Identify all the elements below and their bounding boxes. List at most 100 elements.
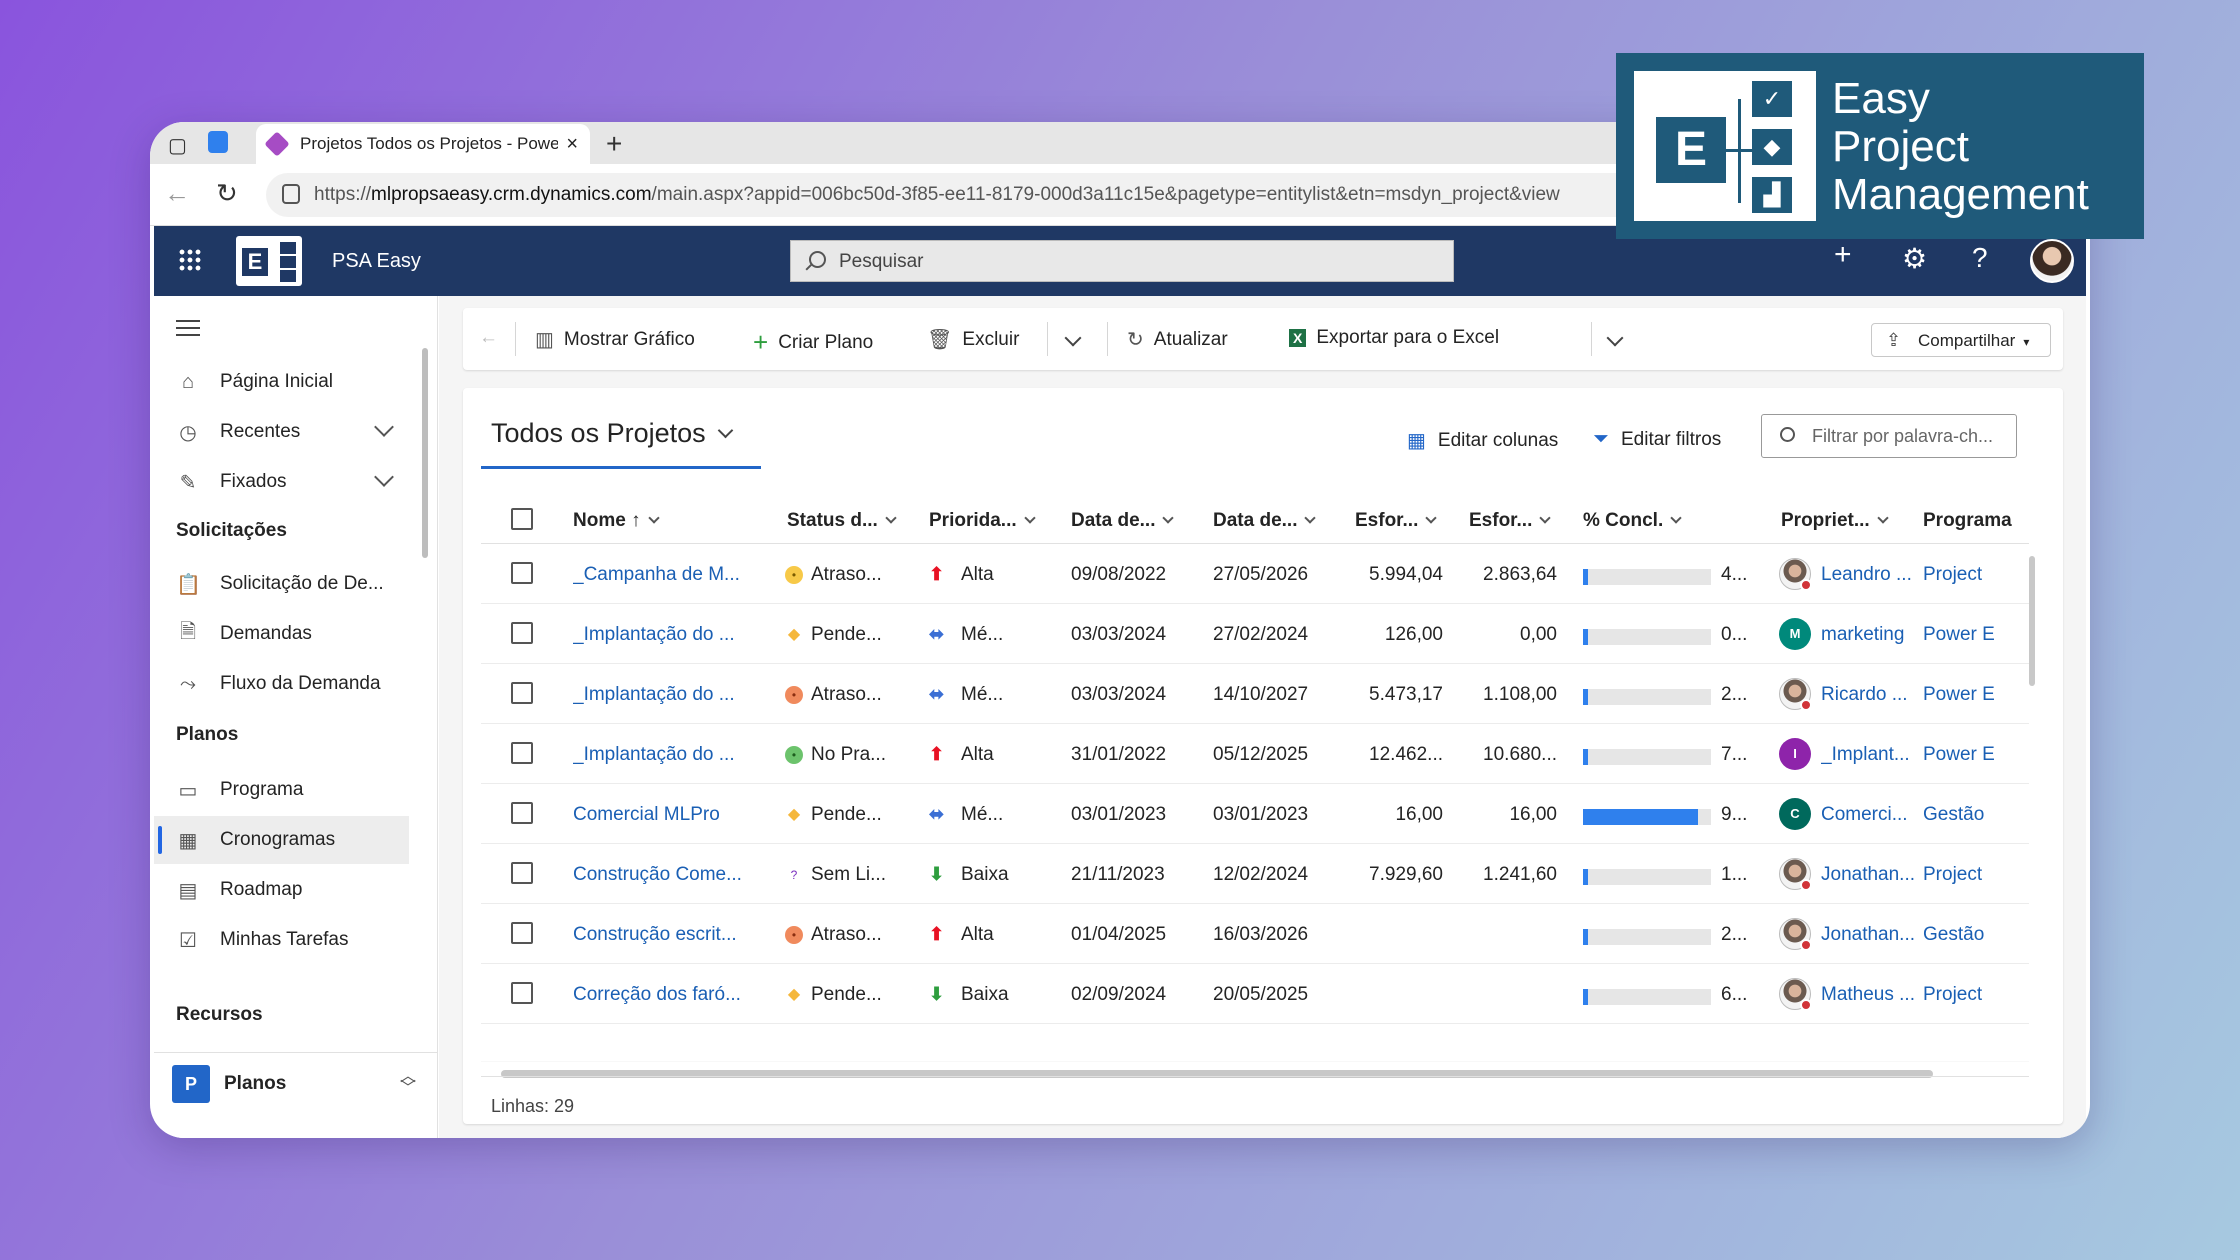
refresh-button[interactable]: ↻ Atualizar: [1127, 327, 1228, 352]
sidebar-toggle-icon[interactable]: ▢: [168, 133, 187, 158]
sidebar-item-request[interactable]: 📋 Solicitação de De...: [154, 560, 409, 608]
project-name-link[interactable]: Comercial MLPro: [573, 804, 773, 826]
project-name-link[interactable]: Construção escrit...: [573, 924, 773, 946]
owner-link[interactable]: Ricardo ...: [1821, 684, 1917, 706]
app-logo[interactable]: E: [236, 236, 302, 286]
chevron-down-icon[interactable]: [374, 417, 394, 437]
show-chart-button[interactable]: ▥ Mostrar Gráfico: [535, 327, 695, 352]
project-name-link[interactable]: Construção Come...: [573, 864, 773, 886]
row-checkbox[interactable]: [511, 562, 533, 584]
delete-button[interactable]: 🗑 Excluir: [927, 327, 1019, 352]
view-selector[interactable]: Todos os Projetos: [491, 418, 733, 449]
project-name-link[interactable]: Correção dos faró...: [573, 984, 773, 1006]
app-launcher-icon[interactable]: [178, 248, 202, 272]
sidebar-item-roadmap[interactable]: ▤ Roadmap: [154, 866, 409, 914]
owner-avatar[interactable]: C: [1779, 798, 1811, 830]
table-row-partial[interactable]: [481, 1024, 2029, 1062]
column-header-percent-complete[interactable]: % Concl.: [1583, 510, 1682, 532]
column-header-name[interactable]: Nome ↑: [573, 510, 660, 532]
owner-avatar[interactable]: [1779, 558, 1812, 591]
app-name[interactable]: PSA Easy: [332, 250, 421, 273]
program-link[interactable]: Project: [1923, 564, 2023, 586]
tab-group-icon[interactable]: [208, 131, 228, 153]
column-header-owner[interactable]: Propriet...: [1781, 510, 1889, 532]
keyword-filter-input[interactable]: Filtrar por palavra-ch...: [1761, 414, 2017, 458]
owner-avatar[interactable]: M: [1779, 618, 1811, 650]
sidebar-item-demand-flow[interactable]: ⤳ Fluxo da Demanda: [154, 660, 409, 708]
owner-avatar[interactable]: [1779, 978, 1812, 1011]
table-row[interactable]: _Implantação do ... ◆ Pende... ⬌ Mé... 03/03/…: [481, 604, 2029, 664]
settings-gear-icon[interactable]: ⚙: [1902, 242, 1927, 275]
select-all-checkbox[interactable]: [511, 508, 533, 530]
sidebar-item-home[interactable]: ⌂ Página Inicial: [154, 358, 409, 406]
edit-filters-button[interactable]: ⏷ Editar filtros: [1593, 428, 1721, 451]
project-name-link[interactable]: _Implantação do ...: [573, 684, 773, 706]
hamburger-menu-icon[interactable]: [176, 320, 200, 336]
share-button[interactable]: ⇪ Compartilhar ▾: [1871, 323, 2051, 357]
owner-link[interactable]: Leandro ...: [1821, 564, 1917, 586]
owner-link[interactable]: marketing: [1821, 624, 1917, 646]
sidebar-item-pinned[interactable]: ✎ Fixados: [154, 458, 409, 506]
table-row[interactable]: Construção Come...? Sem Li... ⬇ Baixa 21/11/…: [481, 844, 2029, 904]
column-header-status[interactable]: Status d...: [787, 510, 897, 532]
sidebar-item-recent[interactable]: ◷ Recentes: [154, 408, 409, 456]
owner-link[interactable]: Comerci...: [1821, 804, 1917, 826]
reload-icon[interactable]: ↻: [216, 178, 238, 209]
column-header-effort-completed[interactable]: Esfor...: [1469, 510, 1552, 532]
column-header-start-date[interactable]: Data de...: [1071, 510, 1175, 532]
vertical-scrollbar[interactable]: [2029, 556, 2035, 686]
browser-tab-active[interactable]: Projetos Todos os Projetos - Power Apps …: [256, 124, 590, 164]
overflow-chevron-icon[interactable]: [1606, 329, 1624, 347]
row-checkbox[interactable]: [511, 982, 533, 1004]
sidebar-item-program[interactable]: ▭ Programa: [154, 766, 409, 814]
owner-link[interactable]: Jonathan...: [1821, 864, 1917, 886]
table-row[interactable]: _Implantação do ... • Atraso... ⬌ Mé... 03/03…: [481, 664, 2029, 724]
edit-columns-button[interactable]: ▦ Editar colunas: [1407, 428, 1558, 453]
back-arrow-icon[interactable]: ←: [479, 327, 498, 349]
owner-link[interactable]: Matheus ...: [1821, 984, 1917, 1006]
export-excel-button[interactable]: X Exportar para o Excel: [1289, 327, 1499, 349]
create-plan-button[interactable]: + Criar Plano: [753, 327, 873, 358]
new-tab-icon[interactable]: +: [606, 128, 622, 160]
column-header-program[interactable]: Programa: [1923, 510, 2012, 532]
sidebar-item-demands[interactable]: 🗎 Demandas: [154, 610, 409, 658]
chevron-down-icon[interactable]: [374, 467, 394, 487]
area-switcher[interactable]: P Planos ︿ ﹀: [154, 1052, 438, 1114]
more-commands-chevron-icon[interactable]: [1064, 329, 1082, 347]
table-row[interactable]: Correção dos faró... ◆ Pende... ⬇ Baixa 02/09…: [481, 964, 2029, 1024]
back-arrow-icon[interactable]: ←: [164, 178, 190, 209]
help-icon[interactable]: ?: [1972, 242, 1988, 274]
program-link[interactable]: Power E: [1923, 684, 2023, 706]
add-icon[interactable]: +: [1834, 238, 1852, 272]
table-row[interactable]: _Campanha de M... • Atraso... ⬆ Alta 09/08/20…: [481, 544, 2029, 604]
column-header-priority[interactable]: Priorida...: [929, 510, 1036, 532]
user-avatar[interactable]: [2030, 239, 2074, 283]
program-link[interactable]: Gestão: [1923, 804, 2023, 826]
program-link[interactable]: Power E: [1923, 744, 2023, 766]
owner-avatar[interactable]: [1779, 678, 1812, 711]
project-name-link[interactable]: _Implantação do ...: [573, 624, 773, 646]
owner-link[interactable]: _Implant...: [1821, 744, 1917, 766]
column-header-effort[interactable]: Esfor...: [1355, 510, 1438, 532]
program-link[interactable]: Gestão: [1923, 924, 2023, 946]
owner-avatar[interactable]: [1779, 858, 1812, 891]
table-row[interactable]: Comercial MLPro ◆ Pende... ⬌ Mé... 03/01/2023…: [481, 784, 2029, 844]
table-row[interactable]: _Implantação do ... • No Pra... ⬆ Alta 31/01/…: [481, 724, 2029, 784]
sidebar-item-schedules[interactable]: ▦ Cronogramas: [154, 816, 409, 864]
close-tab-icon[interactable]: ×: [566, 133, 578, 156]
row-checkbox[interactable]: [511, 862, 533, 884]
row-checkbox[interactable]: [511, 682, 533, 704]
owner-avatar[interactable]: I: [1779, 738, 1811, 770]
column-header-finish-date[interactable]: Data de...: [1213, 510, 1317, 532]
sidebar-item-my-tasks[interactable]: ☑ Minhas Tarefas: [154, 916, 409, 964]
row-checkbox[interactable]: [511, 622, 533, 644]
table-row[interactable]: Construção escrit... • Atraso... ⬆ Alta 01/04…: [481, 904, 2029, 964]
project-name-link[interactable]: _Campanha de M...: [573, 564, 773, 586]
project-name-link[interactable]: _Implantação do ...: [573, 744, 773, 766]
row-checkbox[interactable]: [511, 922, 533, 944]
row-checkbox[interactable]: [511, 802, 533, 824]
owner-link[interactable]: Jonathan...: [1821, 924, 1917, 946]
program-link[interactable]: Power E: [1923, 624, 2023, 646]
global-search-input[interactable]: Pesquisar: [790, 240, 1454, 282]
owner-avatar[interactable]: [1779, 918, 1812, 951]
